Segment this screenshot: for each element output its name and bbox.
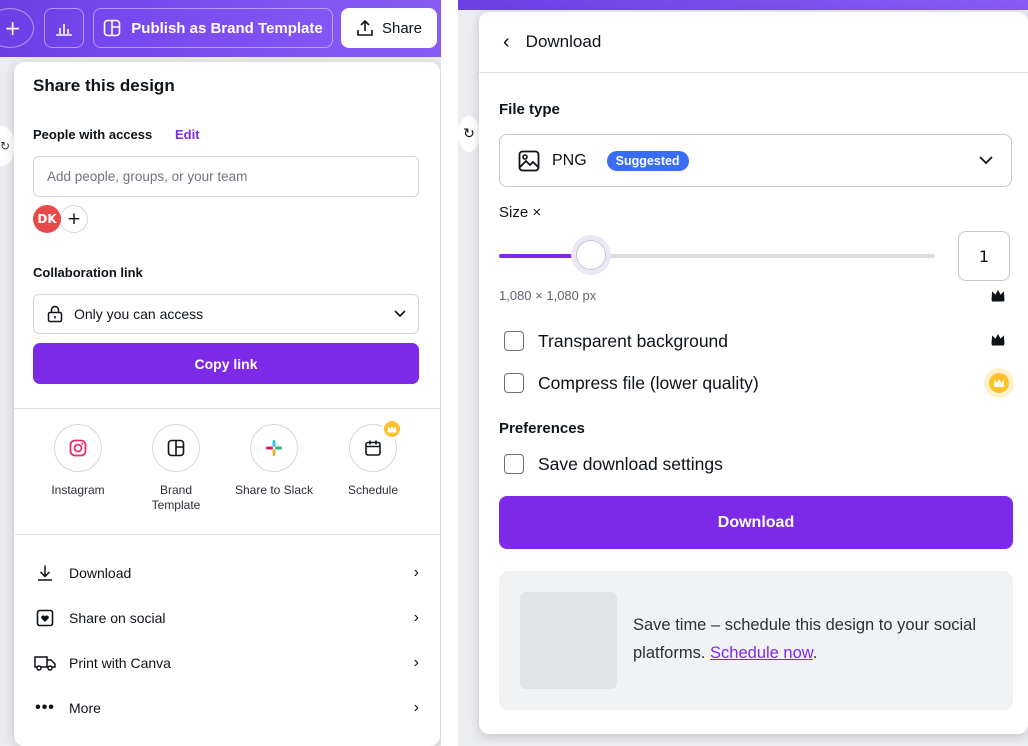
divider: [14, 408, 440, 409]
schedule-promo-card: Save time – schedule this design to your…: [499, 571, 1013, 710]
bar-chart-icon: [56, 24, 72, 36]
share-button[interactable]: Share: [341, 8, 437, 48]
download-screen: ↻ ‹ Download File type PNG Suggested Siz…: [458, 0, 1028, 746]
compress-file-option[interactable]: Compress file (lower quality): [504, 371, 759, 395]
share-panel-title: Share this design: [33, 76, 175, 95]
share-option-label: Share to Slack: [234, 483, 314, 497]
people-with-access-label: People with access: [33, 127, 153, 142]
add-people-input[interactable]: [33, 156, 419, 197]
share-option-label: Brand Template: [151, 483, 201, 512]
chevron-down-icon: [979, 156, 993, 165]
file-type-label: File type: [499, 101, 560, 118]
chevron-right-icon: ›: [413, 609, 419, 626]
menu-item-download[interactable]: Download ›: [33, 551, 419, 595]
chevron-right-icon: ›: [413, 564, 419, 581]
share-label: Share: [381, 19, 423, 37]
transparent-background-checkbox[interactable]: [504, 331, 524, 351]
save-download-settings-checkbox[interactable]: [504, 454, 524, 474]
brand-template-icon: [103, 19, 121, 37]
compress-file-checkbox[interactable]: [504, 373, 524, 393]
editor-topbar-strip: [458, 0, 1028, 10]
share-option-label: Instagram: [51, 483, 105, 497]
promo-suffix: .: [812, 644, 818, 662]
collaboration-link-label: Collaboration link: [33, 265, 143, 280]
save-download-settings-option[interactable]: Save download settings: [504, 452, 723, 476]
menu-item-more[interactable]: ••• More ›: [33, 686, 419, 730]
menu-item-share-on-social[interactable]: Share on social ›: [33, 596, 419, 640]
share-option-slack[interactable]: Share to Slack: [226, 424, 322, 498]
schedule-now-link[interactable]: Schedule now: [710, 644, 813, 662]
premium-crown-icon: [382, 419, 402, 439]
truck-icon: [34, 656, 56, 671]
share-option-instagram[interactable]: Instagram: [30, 424, 126, 498]
chevron-right-icon: ›: [413, 654, 419, 671]
size-slider-track[interactable]: [499, 254, 935, 258]
publish-label: Publish as Brand Template: [131, 19, 323, 37]
menu-item-label: Download: [69, 565, 132, 581]
download-icon: [38, 565, 52, 581]
share-panel: Share this design People with access Edi…: [14, 62, 440, 746]
premium-crown-icon: [991, 290, 1005, 302]
menu-item-label: Share on social: [69, 610, 166, 626]
save-download-settings-label: Save download settings: [538, 453, 723, 474]
file-type-value: PNG: [552, 151, 587, 169]
insights-button[interactable]: [44, 8, 84, 48]
share-option-schedule[interactable]: Schedule: [325, 419, 421, 498]
file-type-select[interactable]: PNG Suggested: [499, 134, 1012, 187]
preferences-label: Preferences: [499, 420, 585, 437]
share-option-brand-template[interactable]: Brand Template: [128, 424, 224, 513]
canvas-edge-fragment: ↻: [0, 126, 14, 166]
size-value-input[interactable]: 1: [958, 231, 1010, 281]
size-label: Size ×: [499, 204, 542, 221]
transparent-background-option[interactable]: Transparent background: [504, 329, 728, 353]
image-icon: [518, 150, 540, 171]
upload-icon: [357, 19, 373, 36]
add-person-button[interactable]: +: [60, 205, 88, 233]
dimensions-text: 1,080 × 1,080 px: [499, 288, 597, 303]
divider: [14, 534, 440, 535]
menu-item-label: Print with Canva: [69, 655, 171, 671]
promo-text: Save time – schedule this design to your…: [633, 611, 993, 667]
brand-template-icon: [152, 424, 200, 472]
download-panel-title: Download: [525, 32, 602, 51]
download-button[interactable]: Download: [499, 496, 1013, 549]
more-dots-icon: •••: [35, 699, 55, 716]
instagram-icon: [54, 424, 102, 472]
access-level-select[interactable]: Only you can access: [33, 294, 419, 334]
size-slider-handle[interactable]: [575, 240, 606, 270]
access-level-value: Only you can access: [74, 306, 204, 322]
heart-box-icon: [36, 609, 54, 627]
avatar[interactable]: DK: [33, 205, 61, 233]
download-panel-header: ‹ Download: [479, 12, 1028, 73]
transparent-background-label: Transparent background: [538, 330, 729, 351]
copy-link-button[interactable]: Copy link: [33, 343, 419, 384]
edit-access-link[interactable]: Edit: [175, 127, 200, 142]
premium-crown-icon: [991, 334, 1005, 346]
share-screen: + Publish as Brand Template Share ↻ Shar…: [0, 0, 441, 746]
download-panel: ‹ Download File type PNG Suggested Size …: [479, 12, 1028, 734]
share-option-label: Schedule: [347, 483, 399, 497]
canvas-edge-fragment: ↻: [458, 116, 480, 152]
chevron-down-icon: [394, 310, 406, 318]
back-arrow-icon[interactable]: ‹: [503, 32, 510, 52]
calendar-icon: [349, 419, 402, 472]
promo-image-placeholder: [520, 592, 617, 689]
menu-item-print-with-canva[interactable]: Print with Canva ›: [33, 641, 419, 685]
add-button[interactable]: +: [0, 8, 34, 48]
editor-topbar: + Publish as Brand Template Share: [0, 0, 441, 57]
publish-brand-template-button[interactable]: Publish as Brand Template: [93, 8, 333, 48]
chevron-right-icon: ›: [413, 699, 419, 716]
slack-icon: [250, 424, 298, 472]
premium-crown-icon: [984, 368, 1014, 398]
compress-file-label: Compress file (lower quality): [538, 372, 759, 393]
menu-item-label: More: [69, 700, 101, 716]
suggested-badge: Suggested: [606, 150, 689, 171]
lock-icon: [47, 305, 63, 323]
